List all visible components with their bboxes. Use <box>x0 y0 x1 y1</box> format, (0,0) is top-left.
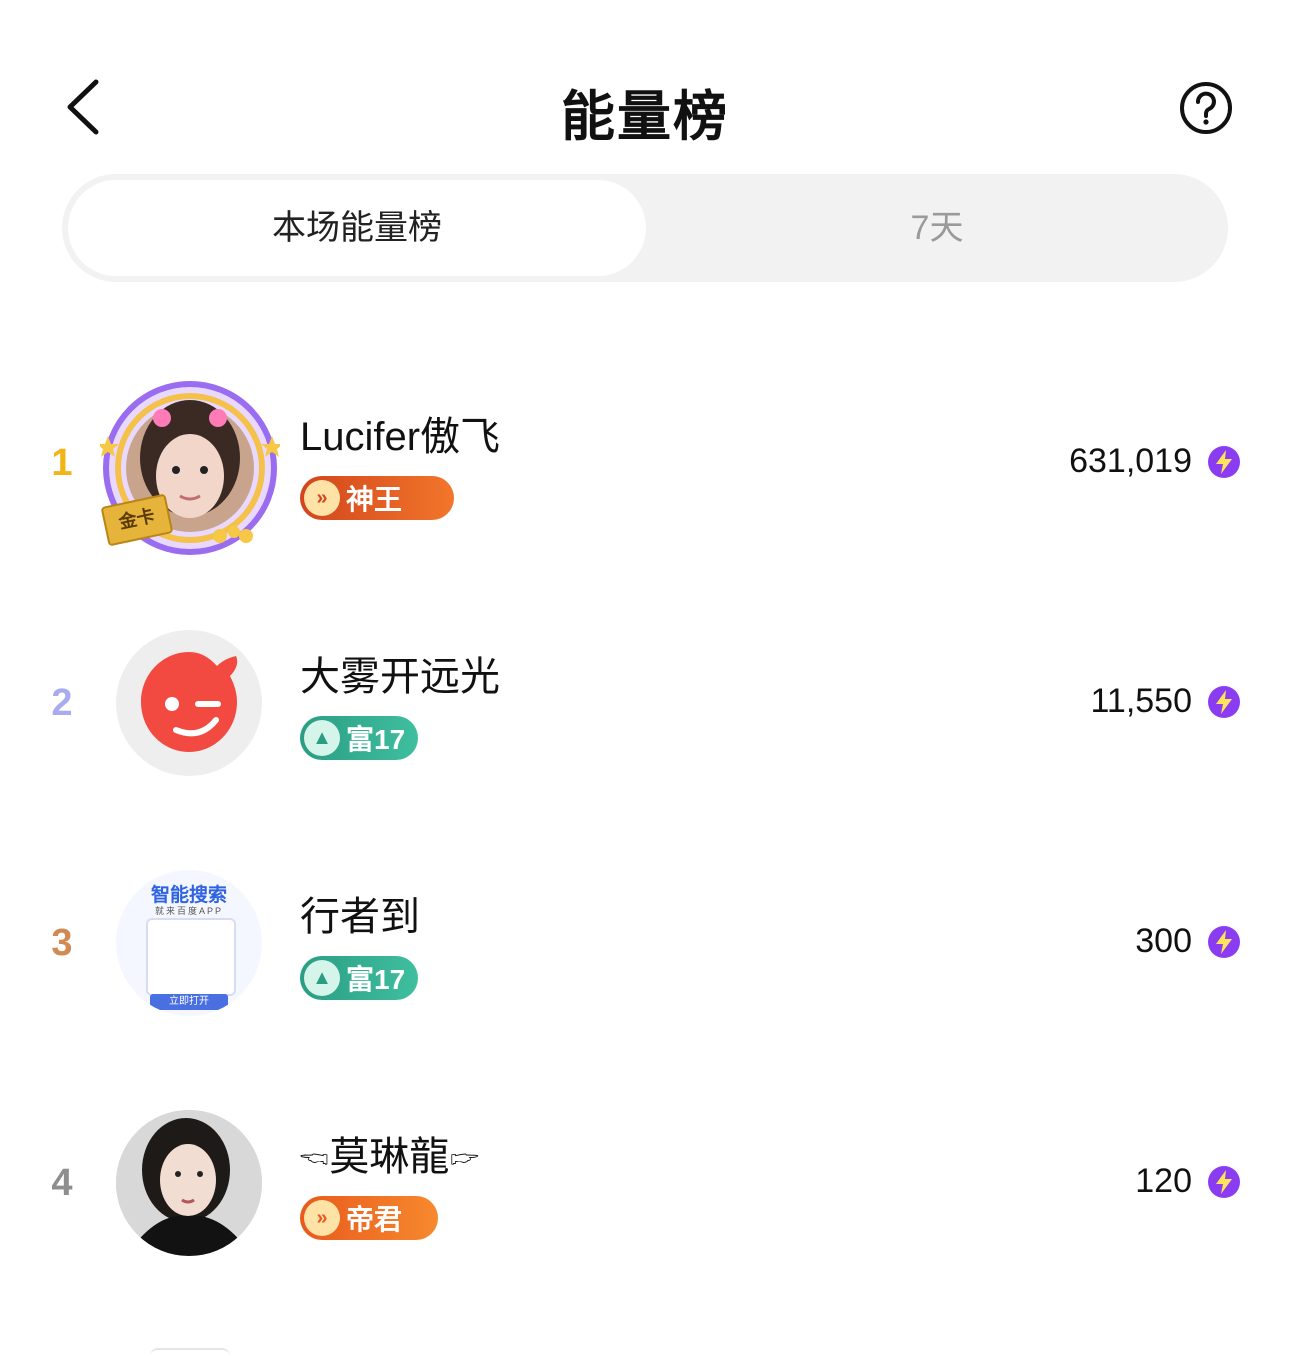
next-row-avatar-peek <box>150 1348 230 1356</box>
rank-number: 1 <box>51 442 73 484</box>
energy-bolt-icon <box>1208 926 1240 958</box>
badge-text: 帝君 <box>346 1204 403 1235</box>
chevron-rank-icon: » <box>304 1200 340 1236</box>
avatar-ad-subtitle: 就来百度APP <box>154 906 223 916</box>
level-badge: ▲ 富17 <box>300 956 418 1000</box>
level-badge: » 神王 <box>300 476 454 520</box>
user-name: 行者到 <box>300 895 420 939</box>
chevron-rank-icon: » <box>304 480 340 516</box>
badge-text: 富17 <box>346 964 406 995</box>
energy-bolt-icon <box>1208 686 1240 718</box>
avatar <box>116 630 262 776</box>
level-badge: ▲ 富17 <box>300 716 418 760</box>
avatar: 智能搜索 就来百度APP 立即打开 <box>116 870 262 1016</box>
user-name: Lucifer傲飞 <box>300 415 501 459</box>
badge-text: 神王 <box>346 484 403 515</box>
tab-this-session[interactable]: 本场能量榜 <box>68 180 646 276</box>
avatar <box>116 1110 262 1256</box>
user-name: 大雾开远光 <box>300 655 500 699</box>
leaderboard-row[interactable]: 3 智能搜索 就来百度APP 立即打开 行者到 ▲ 富17 300 <box>0 842 1290 1042</box>
user-name: 🖘莫琳龍🖙 <box>300 1135 479 1179</box>
help-icon[interactable] <box>1178 80 1234 136</box>
rank-number: 3 <box>51 922 73 964</box>
avatar-ad-button: 立即打开 <box>150 994 228 1010</box>
avatar-frame: 金卡 <box>97 378 283 558</box>
energy-score: 631,019 <box>1069 442 1192 480</box>
energy-score: 300 <box>1135 922 1192 960</box>
triangle-rank-icon: ▲ <box>304 720 340 756</box>
energy-score: 11,550 <box>1090 682 1192 720</box>
top-bar: 能量榜 <box>0 0 1290 170</box>
leaderboard-row[interactable]: 4 🖘莫琳龍🖙 » 帝君 120 <box>0 1082 1290 1282</box>
leaderboard-row[interactable]: 1 金卡 Lucifer傲飞 » 神王 631,019 <box>0 362 1290 562</box>
badge-text: 富17 <box>346 724 406 755</box>
tab-7-days[interactable]: 7天 <box>652 180 1222 276</box>
rank-number: 2 <box>51 682 73 724</box>
energy-bolt-icon <box>1208 1166 1240 1198</box>
energy-score: 120 <box>1135 1162 1192 1200</box>
rank-number: 4 <box>51 1162 73 1204</box>
triangle-rank-icon: ▲ <box>304 960 340 996</box>
level-badge: » 帝君 <box>300 1196 438 1240</box>
wink-face-icon <box>141 652 238 752</box>
person-photo-icon <box>116 1110 262 1256</box>
tab-switcher: 本场能量榜 7天 <box>62 174 1228 282</box>
avatar-phone-graphic <box>146 918 236 996</box>
avatar-ad-title: 智能搜索 <box>150 885 227 906</box>
page-title: 能量榜 <box>561 87 729 147</box>
energy-bolt-icon <box>1208 446 1240 478</box>
leaderboard-row[interactable]: 2 大雾开远光 ▲ 富17 11,550 <box>0 602 1290 802</box>
